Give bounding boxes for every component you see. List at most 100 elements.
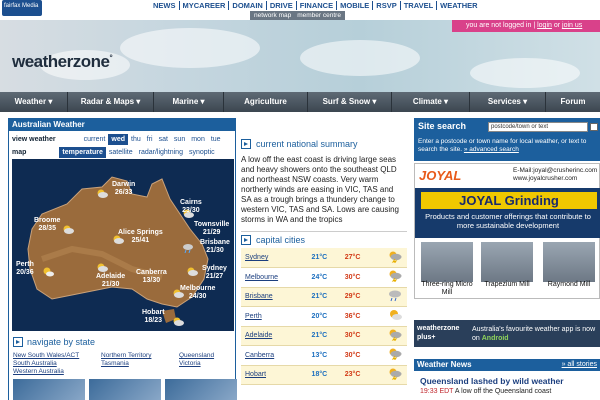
state-link-wa[interactable]: Western Australia xyxy=(13,368,101,375)
nav-services[interactable]: Services ▾ xyxy=(470,92,546,112)
min-temp: 13°C xyxy=(311,345,345,366)
network-link-mycareer[interactable]: MYCAREER xyxy=(180,1,230,10)
state-link-sa[interactable]: South Australia xyxy=(13,360,101,367)
capital-city-name[interactable]: Brisbane xyxy=(241,287,312,307)
australia-temperature-map[interactable]: Darwin 26/33 Broome 28/35 Cairns 23/30 Town… xyxy=(12,159,234,331)
weatherzone-plus-promo[interactable]: weatherzone plus+ Australia's favourite … xyxy=(414,320,600,347)
machine-image xyxy=(481,242,533,282)
map-tab-synoptic[interactable]: synoptic xyxy=(186,147,218,158)
day-tab-wed[interactable]: wed xyxy=(108,134,128,145)
capital-city-name[interactable]: Canberra xyxy=(241,345,312,366)
day-tab-fri[interactable]: fri xyxy=(144,134,156,145)
nav-weather[interactable]: Weather ▾ xyxy=(0,92,68,112)
map-tab-temperature[interactable]: temperature xyxy=(59,147,106,158)
state-link-tas[interactable]: Tasmania xyxy=(101,360,179,367)
search-description: Enter a postcode or town name for local … xyxy=(418,138,587,153)
storm-icon xyxy=(186,267,198,277)
min-temp: 24°C xyxy=(311,267,345,288)
search-input[interactable]: postcode/town or text xyxy=(488,122,588,132)
state-link-qld[interactable]: Queensland xyxy=(179,352,237,359)
city-cairns[interactable]: Cairns 23/30 xyxy=(180,199,202,215)
nav-radar-maps[interactable]: Radar & Maps ▾ xyxy=(68,92,154,112)
member-centre-link[interactable]: member centre xyxy=(297,11,341,20)
city-adelaide[interactable]: Adelaide 21/30 xyxy=(96,273,125,289)
day-tab-sat[interactable]: sat xyxy=(156,134,171,145)
capital-city-name[interactable]: Hobart xyxy=(241,365,312,385)
capital-cities-table: Sydney 21°C 27°C Melbourne 24°C 30°C Brisbane 2… xyxy=(241,248,407,385)
day-tab-sun[interactable]: sun xyxy=(171,134,188,145)
fairfax-logo[interactable]: fairfax Media xyxy=(2,0,42,16)
city-hobart[interactable]: Hobart 18/23 xyxy=(142,309,165,325)
network-link-domain[interactable]: DOMAIN xyxy=(229,1,267,10)
city-townsville[interactable]: Townsville 21/29 xyxy=(194,221,229,237)
storm-icon xyxy=(96,263,108,273)
city-perth[interactable]: Perth 20/36 xyxy=(16,261,34,277)
city-sydney[interactable]: Sydney 21/27 xyxy=(202,265,227,281)
max-temp: 27°C xyxy=(344,248,383,268)
all-stories-link[interactable]: » all stories xyxy=(562,359,597,371)
map-tab-radar[interactable]: radar/lightning xyxy=(136,147,186,158)
right-column: Site search postcode/town or text Enter … xyxy=(414,118,600,400)
weatherzone-logo[interactable]: weatherzone° xyxy=(12,52,113,72)
capital-city-name[interactable]: Sydney xyxy=(241,248,312,268)
login-link[interactable]: login xyxy=(537,22,552,29)
city-melbourne[interactable]: Melbourne 24/30 xyxy=(180,285,215,301)
state-link-nsw[interactable]: New South Wales/ACT xyxy=(13,352,101,359)
network-link-mobile[interactable]: MOBILE xyxy=(337,1,374,10)
rain-icon xyxy=(382,287,407,307)
city-alice-springs[interactable]: Alice Springs 25/41 xyxy=(118,229,163,245)
day-tab-current[interactable]: current xyxy=(81,134,109,145)
max-temp: 30°C xyxy=(344,267,383,288)
city-darwin[interactable]: Darwin 26/33 xyxy=(112,181,135,197)
nav-forum[interactable]: Forum xyxy=(546,92,600,112)
site-search-box: Site search postcode/town or text Enter … xyxy=(414,118,600,161)
join-link[interactable]: join us xyxy=(562,22,582,29)
map-tab-satellite[interactable]: satellite xyxy=(106,147,136,158)
joyal-advertisement[interactable]: JOYAL E-Mail:joyal@crusherinc.com www.jo… xyxy=(414,163,600,299)
day-tab-tue[interactable]: tue xyxy=(208,134,224,145)
capital-city-row: Perth 20°C 36°C xyxy=(241,306,407,327)
storm-icon xyxy=(96,189,108,199)
machine-image xyxy=(543,242,595,282)
news-headline[interactable]: Queensland lashed by wild weather xyxy=(420,376,600,386)
capital-city-name[interactable]: Adelaide xyxy=(241,326,312,346)
australian-weather-panel: Australian Weather view weather current … xyxy=(8,118,237,400)
day-tab-thu[interactable]: thu xyxy=(128,134,144,145)
map-thumbnail[interactable] xyxy=(13,379,85,400)
main-nav: Weather ▾ Radar & Maps ▾ Marine ▾ Agricu… xyxy=(0,92,600,112)
city-canberra[interactable]: Canberra 13/30 xyxy=(136,269,167,285)
panel-title: Australian Weather xyxy=(9,119,235,131)
day-tab-mon[interactable]: mon xyxy=(188,134,208,145)
network-link-drive[interactable]: DRIVE xyxy=(267,1,297,10)
storm-icon xyxy=(382,345,407,366)
state-navigation: navigate by state New South Wales/ACT No… xyxy=(9,335,237,400)
city-broome[interactable]: Broome 28/35 xyxy=(34,217,60,233)
nav-surf-snow[interactable]: Surf & Snow ▾ xyxy=(308,92,392,112)
weatherzone-plus-text: Australia's favourite weather app is now… xyxy=(472,326,596,342)
city-brisbane[interactable]: Brisbane 21/30 xyxy=(200,239,230,255)
min-temp: 20°C xyxy=(311,306,345,327)
capital-city-name[interactable]: Perth xyxy=(241,306,312,327)
max-temp: 30°C xyxy=(344,345,383,366)
network-link-finance[interactable]: FINANCE xyxy=(297,1,338,10)
nav-agriculture[interactable]: Agriculture xyxy=(224,92,308,112)
map-label: map xyxy=(12,149,27,156)
network-link-weather[interactable]: WEATHER xyxy=(437,1,480,10)
capital-cities-header: capital cities xyxy=(241,231,407,245)
map-thumbnail[interactable] xyxy=(165,379,237,400)
state-link-nt[interactable]: Northern Territory xyxy=(101,352,179,359)
network-link-news[interactable]: NEWS xyxy=(150,1,180,10)
search-go-button[interactable] xyxy=(590,123,598,131)
storm-icon xyxy=(172,317,184,327)
advanced-search-link[interactable]: » advanced search xyxy=(464,146,519,153)
news-teaser: 19:33 EDT A low off the Queensland coast xyxy=(420,388,552,395)
state-link-vic[interactable]: Victoria xyxy=(179,360,237,367)
nav-climate[interactable]: Climate ▾ xyxy=(392,92,470,112)
network-map-link[interactable]: network map xyxy=(254,11,291,20)
network-link-travel[interactable]: TRAVEL xyxy=(401,1,438,10)
sunny-cloud-icon xyxy=(382,306,407,327)
nav-marine[interactable]: Marine ▾ xyxy=(154,92,224,112)
map-thumbnail[interactable] xyxy=(89,379,161,400)
network-link-rsvp[interactable]: RSVP xyxy=(373,1,401,10)
capital-city-name[interactable]: Melbourne xyxy=(241,267,312,288)
